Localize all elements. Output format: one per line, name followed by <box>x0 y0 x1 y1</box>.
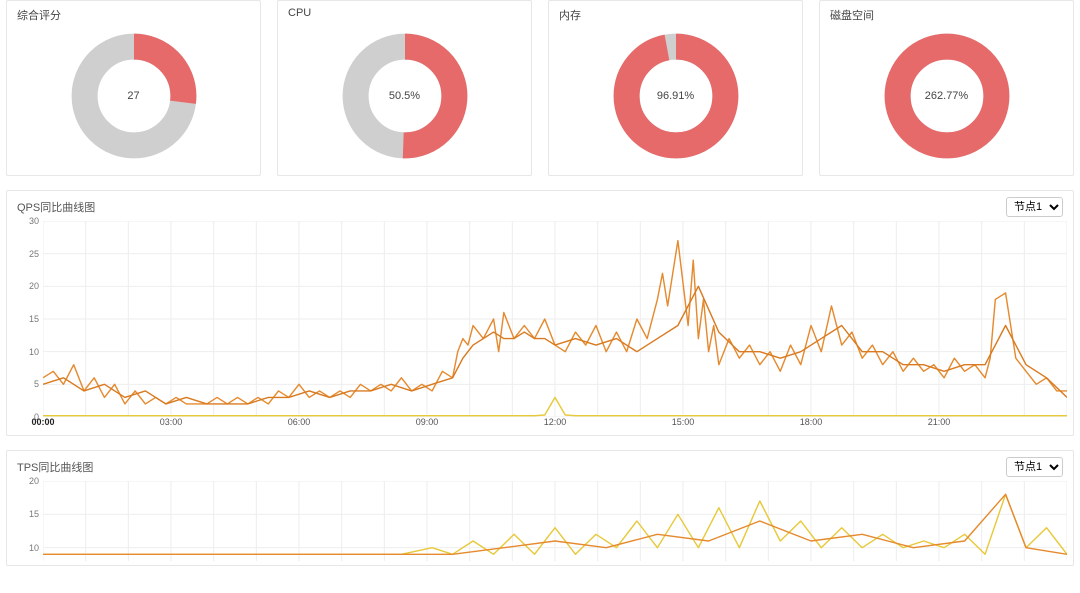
y-tick: 5 <box>34 379 39 389</box>
donut-memory: 96.91% <box>611 31 741 161</box>
x-tick: 00:00 <box>31 417 54 427</box>
donut-disk: 262.77% <box>882 31 1012 161</box>
card-score: 综合评分 27 <box>6 0 261 176</box>
x-tick: 03:00 <box>160 417 183 427</box>
y-tick: 10 <box>29 543 39 553</box>
metric-cards-row: 综合评分 27 CPU 50.5% 内存 96.9 <box>6 0 1074 176</box>
y-tick: 10 <box>29 347 39 357</box>
y-tick: 20 <box>29 476 39 486</box>
y-tick: 30 <box>29 216 39 226</box>
donut-center-value: 27 <box>69 31 199 161</box>
node-select[interactable]: 节点1 <box>1006 197 1063 217</box>
node-select[interactable]: 节点1 <box>1006 457 1063 477</box>
panel-title: QPS同比曲线图 <box>17 199 95 215</box>
x-tick: 15:00 <box>672 417 695 427</box>
y-axis: 051015202530 <box>13 221 39 417</box>
panel-title: TPS同比曲线图 <box>17 459 93 475</box>
x-tick: 18:00 <box>800 417 823 427</box>
card-memory: 内存 96.91% <box>548 0 803 176</box>
card-title: CPU <box>288 7 521 19</box>
x-tick: 06:00 <box>288 417 311 427</box>
card-title: 综合评分 <box>17 7 250 23</box>
line-chart-svg <box>43 221 1067 417</box>
tps-panel: TPS同比曲线图 节点1 10 15 20 <box>6 450 1074 566</box>
qps-panel: QPS同比曲线图 节点1 051015202530 00:0003:0006:0… <box>6 190 1074 436</box>
y-axis: 101520 <box>13 481 39 561</box>
card-title: 磁盘空间 <box>830 7 1063 23</box>
donut-center-value: 96.91% <box>611 31 741 161</box>
qps-plot <box>43 221 1067 417</box>
x-axis: 00:0003:0006:0009:0012:0015:0018:0021:00 <box>43 417 1067 431</box>
y-tick: 15 <box>29 509 39 519</box>
x-tick: 09:00 <box>416 417 439 427</box>
card-disk: 磁盘空间 262.77% <box>819 0 1074 176</box>
donut-center-value: 50.5% <box>340 31 470 161</box>
tps-plot <box>43 481 1067 561</box>
x-tick: 12:00 <box>544 417 567 427</box>
card-cpu: CPU 50.5% <box>277 0 532 176</box>
donut-center-value: 262.77% <box>882 31 1012 161</box>
donut-cpu: 50.5% <box>340 31 470 161</box>
donut-score: 27 <box>69 31 199 161</box>
y-tick: 15 <box>29 314 39 324</box>
line-chart-svg <box>43 481 1067 561</box>
y-tick: 25 <box>29 249 39 259</box>
card-title: 内存 <box>559 7 792 23</box>
y-tick: 20 <box>29 281 39 291</box>
x-tick: 21:00 <box>928 417 951 427</box>
